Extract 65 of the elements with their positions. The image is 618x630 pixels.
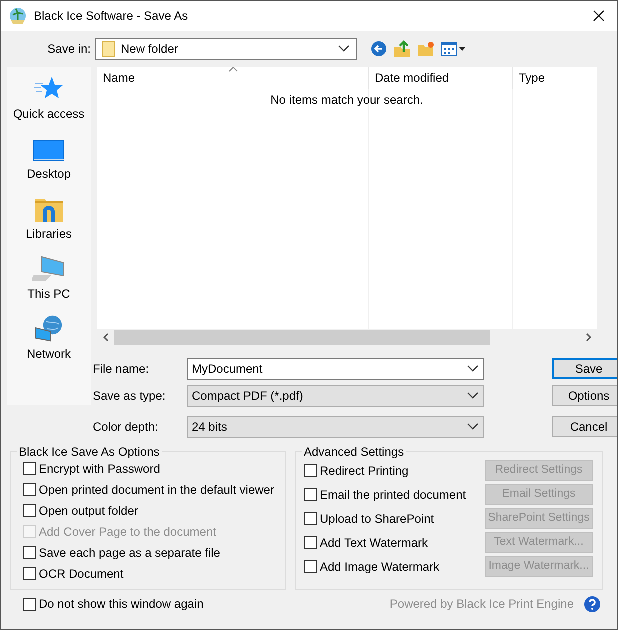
scrollbar-thumb[interactable] [114,330,490,345]
checkbox-label: Upload to SharePoint [320,510,436,528]
folder-icon [102,41,115,57]
place-item[interactable]: Network [7,315,91,363]
scroll-left-icon[interactable] [102,333,108,342]
dropdown[interactable]: 24 bits [187,416,484,438]
sort-caret-icon [229,67,238,72]
scroll-right-icon[interactable] [586,333,592,342]
checkbox-label: Add Cover Page to the document [39,524,216,540]
window-title: Black Ice Software - Save As [34,8,188,25]
checkbox-label: Email the printed document [320,486,468,504]
save-in-dropdown[interactable]: New folder [95,38,357,60]
checkbox-label: Do not show this window again [39,596,205,613]
field-label: Save as type: [93,388,167,405]
monitor-icon [33,139,65,163]
chevron-down-icon [467,365,479,373]
close-icon[interactable] [593,10,605,22]
computer-icon [32,255,66,283]
place-item[interactable]: Libraries [7,195,91,243]
dropdown[interactable]: Compact PDF (*.pdf) [187,385,484,407]
checkbox[interactable] [23,462,36,475]
dialog-button[interactable]: Options [552,385,617,406]
checkbox-label: Add Image Watermark [320,558,441,576]
help-icon[interactable] [584,596,601,612]
field-label: File name: [93,361,150,378]
checkbox-label: Open output folder [39,502,138,520]
chevron-down-icon [467,423,479,431]
checkbox-label: Add Text Watermark [320,534,430,552]
save-in-value: New folder [121,41,180,58]
dialog-button[interactable]: Save [552,358,617,379]
view-menu-icon[interactable] [441,41,467,57]
column-header[interactable]: Type [513,67,597,89]
chevron-down-icon [338,45,350,53]
checkbox[interactable] [23,504,36,517]
checkbox[interactable] [304,536,317,549]
checkbox[interactable] [23,598,36,610]
input-field[interactable]: MyDocument [187,358,484,380]
checkbox-label: Redirect Printing [320,462,410,480]
place-item[interactable]: Quick access [7,75,91,123]
checkbox[interactable] [304,488,317,501]
checkbox[interactable] [304,560,317,573]
folder-icon [34,197,64,223]
network-globe-icon [33,315,65,343]
chevron-down-icon [467,392,479,400]
checkbox-label: Save each page as a separate file [39,544,220,562]
dialog-button[interactable]: Cancel [552,416,617,437]
checkbox-label: Encrypt with Password [39,460,160,478]
save-in-label: Save in: [46,41,92,58]
empty-message: No items match your search. [270,92,424,109]
column-header[interactable]: Date modified [369,67,513,89]
checkbox-label: OCR Document [39,566,124,582]
checkbox[interactable] [304,464,317,477]
field-label: Color depth: [93,419,160,436]
new-folder-icon[interactable] [417,41,435,57]
powered-by-text: Powered by Black Ice Print Engine [390,596,574,613]
checkbox[interactable] [23,483,36,496]
checkbox[interactable] [304,512,317,525]
palm-tree-icon [9,7,27,25]
checkbox-label: Open printed document in the default viewer [39,482,274,498]
checkbox[interactable] [23,567,36,580]
column-header[interactable]: Name [97,67,369,89]
place-item[interactable]: This PC [7,255,91,303]
place-item[interactable]: Desktop [7,135,91,183]
checkbox[interactable] [23,546,36,559]
up-folder-icon[interactable] [393,40,411,58]
